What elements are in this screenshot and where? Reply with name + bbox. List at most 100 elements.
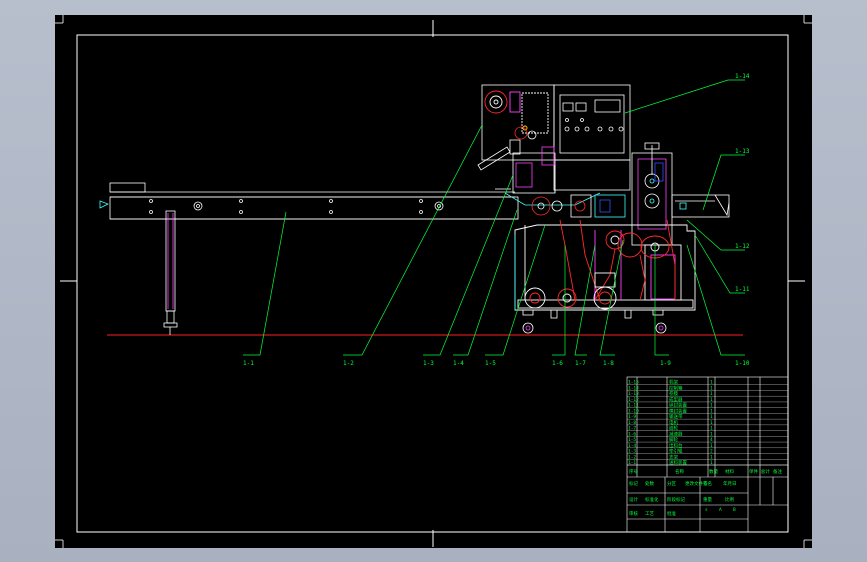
bom-header-remark: 备注 — [773, 468, 782, 475]
callout-1-1: 1-1 — [243, 360, 254, 367]
bom-cell-name: 脚轮 — [669, 436, 678, 443]
bom-row: 1-1 送料装置 1 — [627, 459, 788, 466]
title-block-cell: 分区 — [667, 480, 676, 487]
bom-header-no: 序号 — [629, 468, 638, 475]
callout-1-6: 1-6 — [552, 360, 563, 367]
title-block-cell: 设计 — [629, 496, 638, 503]
drawing-canvas: 1-1 1-2 1-3 1-4 1-5 1-6 1-7 1-8 1-9 1-10… — [55, 15, 812, 548]
drawing-sheet[interactable]: 1-1 1-2 1-3 1-4 1-5 1-6 1-7 1-8 1-9 1-10… — [55, 15, 812, 548]
bom-row: 1-3 牵引辊 2 — [627, 448, 788, 455]
callout-1-10: 1-10 — [735, 360, 750, 367]
callout-1-2: 1-2 — [343, 360, 354, 367]
bom-header-material: 材料 — [725, 468, 734, 475]
drive-motors[interactable] — [524, 272, 617, 310]
title-block-cell: 标记 — [629, 480, 638, 487]
bom-cell-name: 出料台 — [669, 442, 683, 449]
bom-cell-qty: 2 — [710, 449, 713, 455]
bom-cell-name: 输送带 — [669, 413, 683, 420]
title-block-cell: 重量 — [703, 496, 712, 503]
drive-gearing[interactable] — [559, 219, 676, 301]
infeed-conveyor[interactable] — [99, 182, 519, 220]
machine-frame[interactable] — [514, 224, 696, 311]
scale-mark: B — [733, 507, 736, 513]
forming-section[interactable] — [504, 146, 626, 218]
bom-cell-qty: 1 — [710, 408, 713, 414]
cad-viewport[interactable]: 1-1 1-2 1-3 1-4 1-5 1-6 1-7 1-8 1-9 1-10… — [0, 0, 867, 562]
caster-wheels[interactable] — [522, 309, 667, 334]
bom-cell-qty: 1 — [710, 403, 713, 409]
bom-cell-name: 链轮 — [669, 425, 678, 432]
bom-row: 1-2 支架 1 — [627, 453, 788, 460]
bom-cell-no: 1-6 — [628, 431, 636, 437]
bom-cell-qty: 1 — [710, 397, 713, 403]
leader-lines — [243, 79, 745, 356]
callout-1-5: 1-5 — [485, 360, 496, 367]
bom-cell-no: 1-14 — [628, 385, 639, 391]
bom-cell-qty: 1 — [710, 380, 713, 386]
outfeed-table[interactable] — [671, 194, 730, 218]
bom-header-mass: 单件 总计 — [749, 468, 770, 475]
bom-cell-qty: 1 — [710, 460, 713, 466]
drawing-frame — [60, 20, 805, 547]
bom-header-name: 名称 — [675, 468, 684, 475]
film-arm[interactable] — [477, 126, 537, 171]
title-block-cell: 批准 — [667, 510, 676, 517]
title-block-cell: 签名 — [703, 480, 712, 487]
bom-header-qty: 数量 — [709, 468, 718, 475]
bom-cell-name: 机架 — [669, 379, 678, 386]
sealing-column[interactable] — [631, 142, 673, 246]
bom-cell-qty: 1 — [710, 385, 713, 391]
control-cabinet[interactable] — [481, 84, 631, 191]
bom-cell-no: 1-12 — [628, 397, 639, 403]
bom-row: 1-14 控制箱 1 — [627, 384, 788, 391]
callout-1-13: 1-13 — [735, 148, 750, 155]
title-block-cell: 年月日 — [723, 480, 737, 487]
callout-1-11: 1-11 — [735, 286, 750, 293]
callout-1-9: 1-9 — [660, 360, 671, 367]
bom-cell-no: 1-4 — [628, 443, 636, 449]
callout-1-12: 1-12 — [735, 243, 750, 250]
bom-row: 1-15 机架 1 — [627, 379, 788, 386]
bom-cell-name: 卷膜 — [669, 390, 678, 397]
bom-cell-name: 牵引辊 — [669, 448, 683, 455]
conveyor-leg[interactable] — [163, 210, 178, 335]
bom-cell-no: 1-2 — [628, 454, 636, 460]
bom-cell-qty: 1 — [710, 431, 713, 437]
bom-row: 1-7 链轮 1 — [627, 425, 788, 432]
callout-1-7: 1-7 — [575, 360, 586, 367]
bom-row: 1-12 成型器 1 — [627, 396, 788, 403]
bom-row: 1-13 卷膜 1 — [627, 390, 788, 397]
bom-cell-name: 支架 — [669, 453, 678, 460]
callout-1-3: 1-3 — [423, 360, 434, 367]
bom-header: 序号 名称 数量 材料 单件 总计 备注 — [629, 468, 782, 475]
title-block-cell: 标准化 — [645, 496, 659, 503]
bom-cell-no: 1-1 — [628, 460, 636, 466]
bom-cell-qty: 1 — [710, 426, 713, 432]
bom-cell-no: 1-5 — [628, 437, 636, 443]
bom-cell-name: 成型器 — [669, 396, 683, 403]
bom-cell-qty: 1 — [710, 443, 713, 449]
scale-mark: s — [705, 508, 708, 513]
bom-cell-name: 横封装置 — [669, 407, 687, 414]
bom-cell-no: 1-13 — [628, 391, 639, 397]
callout-labels: 1-1 1-2 1-3 1-4 1-5 1-6 1-7 1-8 1-9 1-10… — [243, 73, 750, 367]
bom-cell-no: 1-10 — [628, 408, 639, 414]
bom-row: 1-9 输送带 1 — [627, 413, 788, 420]
bom-cell-qty: 4 — [710, 437, 713, 443]
bom-row: 1-8 电机 1 — [627, 419, 788, 426]
bom-table: 1-15 机架 11-14 控制箱 11-13 卷膜 11-12 成型器 11-11 纵封装置 11… — [627, 379, 788, 466]
film-roll[interactable] — [484, 90, 549, 134]
bom-row: 1-10 横封装置 1 — [627, 407, 788, 414]
bom-cell-name: 电机 — [669, 419, 678, 426]
callout-1-8: 1-8 — [603, 360, 614, 367]
title-block-cell: 处数 — [645, 480, 654, 487]
bom-row: 1-5 脚轮 4 — [627, 436, 788, 443]
bom-cell-no: 1-11 — [628, 403, 639, 409]
bom-row: 1-6 减速器 1 — [627, 430, 788, 437]
title-block-cell: 工艺 — [645, 511, 654, 517]
bom-cell-name: 控制箱 — [669, 384, 683, 391]
bom-cell-no: 1-9 — [628, 414, 636, 420]
bom-cell-name: 送料装置 — [669, 459, 687, 466]
bom-cell-no: 1-15 — [628, 380, 639, 386]
title-block-cell: 审核 — [629, 510, 638, 517]
